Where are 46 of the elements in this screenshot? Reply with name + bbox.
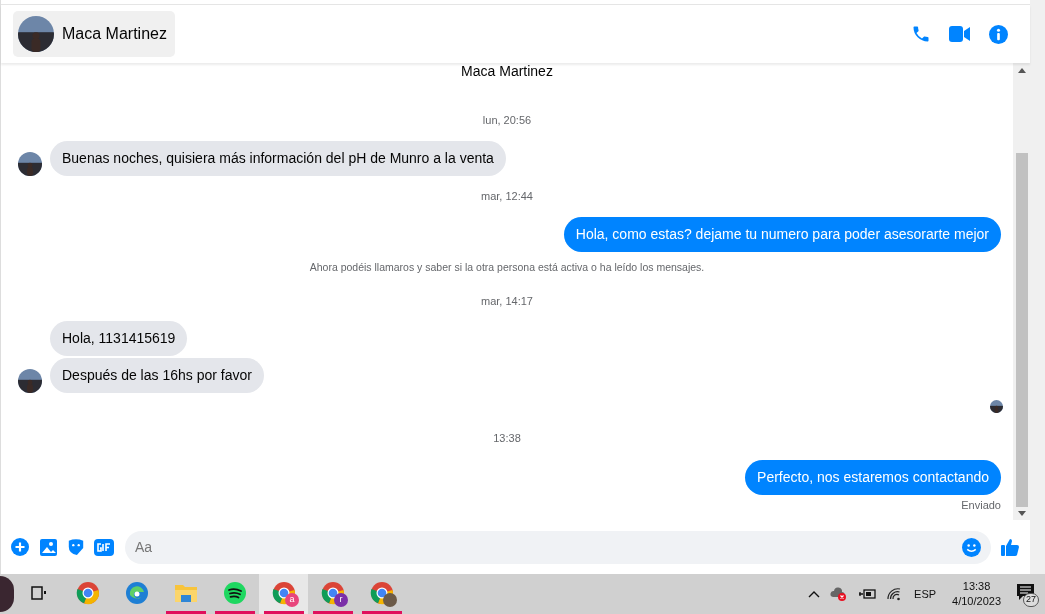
avatar <box>18 151 42 176</box>
info-icon[interactable] <box>989 24 1008 44</box>
battery-icon[interactable] <box>858 587 877 601</box>
message-bubble: Hola, como estas? dejame tu numero para poder asesorarte mejor <box>563 217 1001 252</box>
app-badge: r <box>334 593 348 607</box>
chevron-up-icon[interactable] <box>808 590 821 598</box>
wifi-icon[interactable] <box>886 587 903 601</box>
seen-avatar <box>990 400 1003 414</box>
clock[interactable]: 13:38 4/10/2023 <box>948 579 1005 609</box>
image-icon[interactable] <box>38 537 58 557</box>
timestamp: 13:38 <box>493 431 521 447</box>
profile-photo-placeholder <box>0 576 14 612</box>
phone-icon[interactable] <box>911 24 931 44</box>
cloud-error-icon[interactable] <box>830 586 849 602</box>
scroll-down-arrow-icon[interactable] <box>1017 511 1026 516</box>
contact-button[interactable]: Maca Martinez <box>13 11 175 57</box>
timestamp: lun, 20:56 <box>482 113 532 128</box>
gif-icon[interactable] <box>94 538 114 556</box>
message-bubble: Perfecto, nos estaremos contactando <box>745 459 1001 495</box>
status-text: Enviado <box>961 497 1001 513</box>
language-indicator[interactable]: ESP <box>912 585 939 603</box>
plus-icon[interactable] <box>11 538 29 556</box>
timestamp: mar, 14:17 <box>481 293 533 309</box>
message-input[interactable]: Aa <box>125 530 991 564</box>
message-bubble: Buenas noches, quisiera más información del pH de Munro a la venta <box>50 140 506 176</box>
scroll-up-arrow-icon[interactable] <box>1017 68 1026 73</box>
thumbs-up-icon[interactable] <box>1000 537 1020 557</box>
sticker-icon[interactable] <box>67 538 85 556</box>
emoji-icon[interactable] <box>962 537 981 557</box>
chrome-icon <box>75 580 100 605</box>
taskbar-app[interactable]: r <box>308 574 357 614</box>
message-bubble: Hola, 1131415619 <box>50 321 188 357</box>
task-view-icon <box>29 583 48 602</box>
message-bubble: Después de las 16hs por favor <box>50 358 264 394</box>
contact-avatar <box>18 16 54 52</box>
timestamp: mar, 12:44 <box>481 188 533 204</box>
notification-count: 27 <box>1023 593 1039 607</box>
app-badge: a <box>285 593 299 607</box>
scrollbar[interactable] <box>1013 63 1030 520</box>
notice-text: Ahora podéis llamaros y saber si la otra persona está activa o ha leído los mensajes. <box>309 260 705 275</box>
edge-icon <box>124 580 149 605</box>
contact-name: Maca Martinez <box>461 63 553 79</box>
spotify-icon <box>222 580 247 605</box>
avatar <box>18 369 42 394</box>
video-camera-icon[interactable] <box>949 25 971 43</box>
taskbar-app[interactable]: a <box>259 574 308 614</box>
